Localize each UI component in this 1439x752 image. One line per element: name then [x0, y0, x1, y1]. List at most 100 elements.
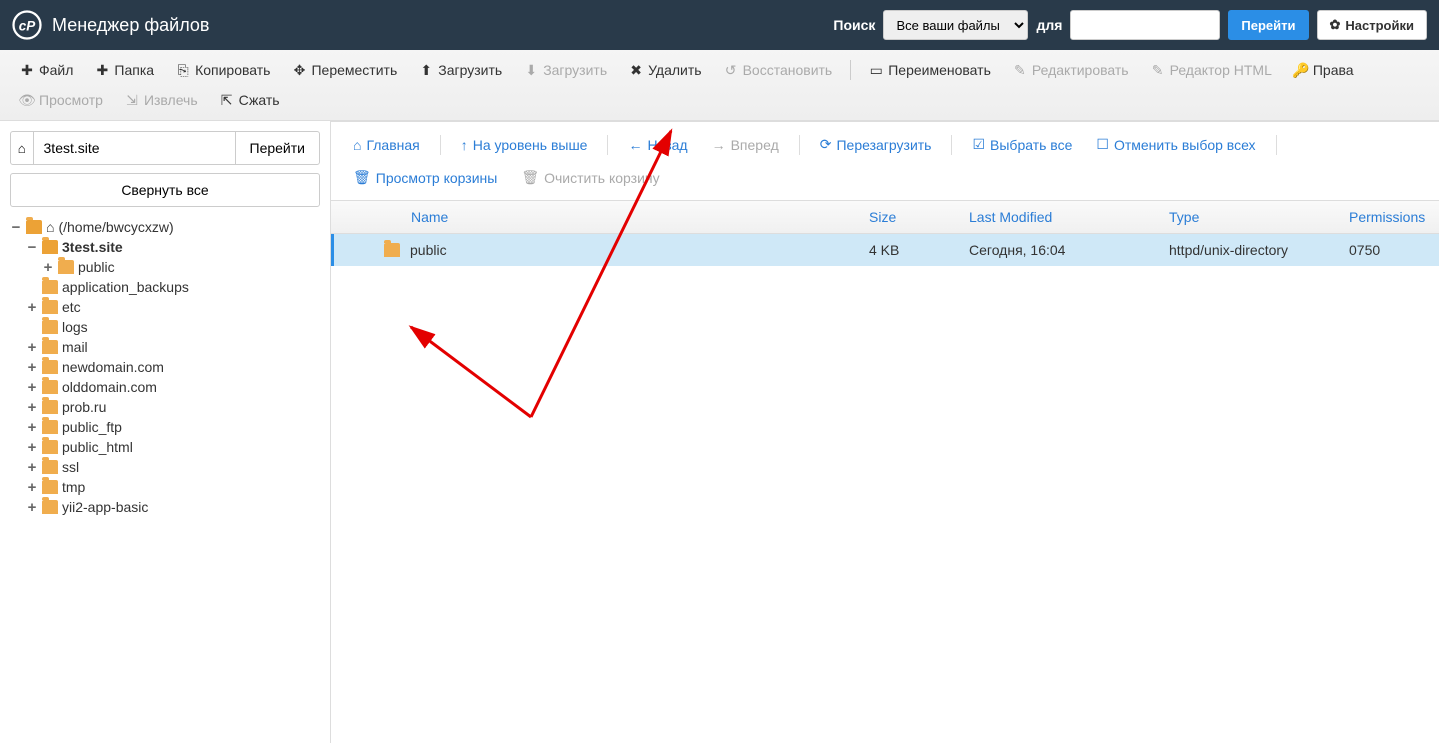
tree-item-label: logs	[62, 319, 88, 335]
ct-empty-trash-button[interactable]: 🗑Очистить корзину	[511, 163, 669, 192]
path-go-button[interactable]: Перейти	[235, 131, 320, 165]
content-toolbar: ⌂Главная ↑На уровень выше ←Назад →Вперед…	[331, 122, 1439, 201]
search-go-button[interactable]: Перейти	[1228, 10, 1308, 40]
download-button[interactable]: ⬇Загрузить	[514, 56, 617, 84]
download-icon: ⬇	[524, 63, 538, 77]
expander-icon[interactable]: +	[26, 400, 38, 415]
expander-icon[interactable]: −	[26, 240, 38, 255]
view-button[interactable]: 👁Просмотр	[10, 86, 113, 114]
tree-item[interactable]: +prob.ru	[10, 397, 320, 417]
expander-icon[interactable]: +	[26, 340, 38, 355]
table-row[interactable]: public4 KBСегодня, 16:04httpd/unix-direc…	[331, 234, 1439, 266]
copy-button[interactable]: ⎘Копировать	[166, 56, 280, 84]
folder-icon	[42, 480, 58, 494]
cell-type: httpd/unix-directory	[1159, 242, 1339, 258]
tree-item[interactable]: −3test.site	[10, 237, 320, 257]
ct-home-button[interactable]: ⌂Главная	[343, 131, 430, 159]
tree-item[interactable]: +newdomain.com	[10, 357, 320, 377]
expander-icon[interactable]: +	[26, 480, 38, 495]
tree-item[interactable]: logs	[10, 317, 320, 337]
col-modified-header[interactable]: Last Modified	[959, 209, 1159, 225]
tree-item-label: application_backups	[62, 279, 189, 295]
search-scope-select[interactable]: Все ваши файлы	[883, 10, 1028, 40]
tree-item[interactable]: + public_html	[10, 437, 320, 457]
ct-select-all-button[interactable]: ☑Выбрать все	[962, 130, 1082, 159]
col-type-header[interactable]: Type	[1159, 209, 1339, 225]
tree-root-label: (/home/bwcycxzw)	[58, 219, 173, 235]
search-input[interactable]	[1070, 10, 1220, 40]
tree-item[interactable]: +yii2-app-basic	[10, 497, 320, 517]
eye-icon: 👁	[20, 93, 34, 107]
rename-button[interactable]: ▭Переименовать	[859, 56, 1001, 84]
main-area: ⌂ Перейти Свернуть все − ⌂ (/home/bwcycx…	[0, 121, 1439, 743]
tree-item-label: tmp	[62, 479, 85, 495]
upload-button[interactable]: ⬆Загрузить	[409, 56, 512, 84]
ct-up-button[interactable]: ↑На уровень выше	[451, 131, 598, 159]
ct-deselect-all-button[interactable]: ☐Отменить выбор всех	[1086, 130, 1265, 159]
tree-item[interactable]: +olddomain.com	[10, 377, 320, 397]
col-perm-header[interactable]: Permissions	[1339, 209, 1439, 225]
topbar: cP Менеджер файлов Поиск Все ваши файлы …	[0, 0, 1439, 50]
collapse-all-button[interactable]: Свернуть все	[10, 173, 320, 207]
tree-item[interactable]: application_backups	[10, 277, 320, 297]
compress-icon: ⇱	[220, 93, 234, 107]
gear-icon: ✿	[1330, 17, 1341, 33]
extract-button[interactable]: ⇲Извлечь	[115, 86, 208, 114]
trash-icon: 🗑	[521, 169, 539, 186]
home-path-button[interactable]: ⌂	[10, 131, 34, 165]
restore-button[interactable]: ↺Восстановить	[714, 56, 843, 84]
folder-icon	[42, 240, 58, 254]
uncheck-icon: ☐	[1096, 136, 1109, 153]
ct-reload-button[interactable]: ⟳Перезагрузить	[810, 130, 942, 159]
html-editor-button[interactable]: ✎Редактор HTML	[1141, 56, 1282, 84]
svg-text:cP: cP	[19, 18, 37, 33]
tree-item[interactable]: + mail	[10, 337, 320, 357]
folder-icon	[42, 380, 58, 394]
new-folder-button[interactable]: ✚Папка	[85, 56, 164, 84]
expander-icon[interactable]: +	[26, 440, 38, 455]
tree-item[interactable]: +public_ftp	[10, 417, 320, 437]
ct-back-button[interactable]: ←Назад	[618, 131, 697, 159]
edit-button[interactable]: ✎Редактировать	[1003, 56, 1139, 84]
sidebar: ⌂ Перейти Свернуть все − ⌂ (/home/bwcycx…	[0, 121, 330, 743]
expander-icon[interactable]: +	[26, 420, 38, 435]
tree-item[interactable]: +public	[10, 257, 320, 277]
move-button[interactable]: ✥Переместить	[282, 56, 407, 84]
cell-name: public	[374, 242, 859, 258]
col-size-header[interactable]: Size	[859, 209, 959, 225]
extract-icon: ⇲	[125, 93, 139, 107]
expander-icon[interactable]: +	[26, 500, 38, 515]
new-file-button[interactable]: ✚Файл	[10, 56, 83, 84]
delete-button[interactable]: ✖Удалить	[619, 56, 711, 84]
tree-item[interactable]: +ssl	[10, 457, 320, 477]
home-icon: ⌂	[18, 141, 26, 156]
plus-icon: ✚	[20, 63, 34, 77]
folder-icon	[42, 500, 58, 514]
expander-icon[interactable]: +	[26, 460, 38, 475]
expander-icon[interactable]: −	[10, 220, 22, 235]
undo-icon: ↺	[724, 63, 738, 77]
expander-icon[interactable]: +	[26, 380, 38, 395]
file-table: Name Size Last Modified Type Permissions…	[331, 201, 1439, 743]
expander-icon[interactable]: +	[26, 300, 38, 315]
home-icon: ⌂	[46, 219, 54, 235]
tree-item-label: public_html	[62, 439, 133, 455]
ct-view-trash-button[interactable]: 🗑Просмотр корзины	[343, 163, 507, 192]
tree-item-label: mail	[62, 339, 88, 355]
tree-item-label: etc	[62, 299, 81, 315]
tree-item[interactable]: + etc	[10, 297, 320, 317]
path-input[interactable]	[34, 131, 235, 165]
compress-button[interactable]: ⇱Сжать	[210, 86, 290, 114]
reload-icon: ⟳	[820, 136, 832, 153]
toolbar-separator	[850, 60, 851, 80]
for-label: для	[1036, 17, 1062, 33]
permissions-button[interactable]: 🔑Права	[1284, 56, 1364, 84]
expander-icon[interactable]: +	[42, 260, 54, 275]
topbar-right: Поиск Все ваши файлы для Перейти ✿Настро…	[833, 10, 1427, 40]
settings-button[interactable]: ✿Настройки	[1317, 10, 1428, 40]
expander-icon[interactable]: +	[26, 360, 38, 375]
tree-root[interactable]: − ⌂ (/home/bwcycxzw)	[10, 217, 320, 237]
ct-forward-button[interactable]: →Вперед	[702, 131, 789, 159]
col-name-header[interactable]: Name	[371, 209, 859, 225]
tree-item[interactable]: + tmp	[10, 477, 320, 497]
